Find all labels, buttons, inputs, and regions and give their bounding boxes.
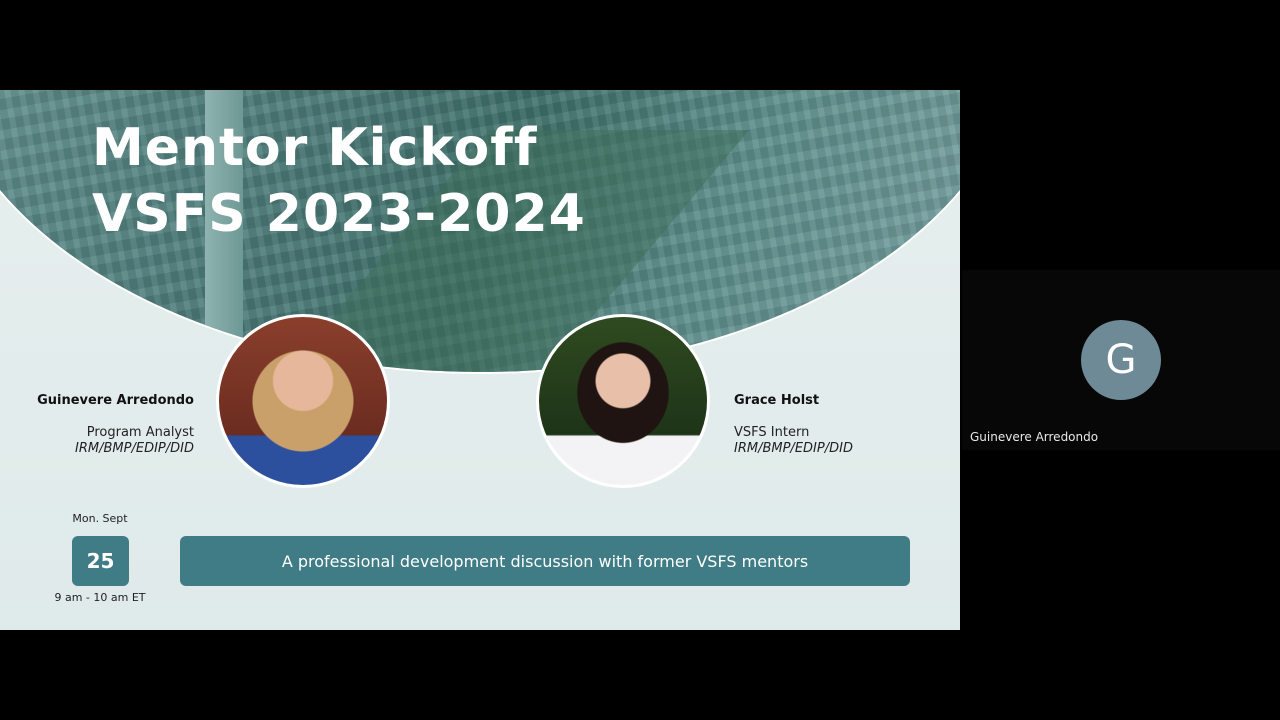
speaker-1-title: Program Analyst — [86, 425, 194, 440]
event-time: 9 am - 10 am ET — [54, 591, 146, 604]
speaker-2-office: IRM/BMP/EDIP/DID — [734, 441, 853, 456]
description-banner: A professional development discussion wi… — [180, 536, 910, 586]
speaker-1-name: Guinevere Arredondo — [37, 393, 194, 408]
date-day-badge: 25 — [72, 536, 129, 586]
participant-name: Guinevere Arredondo — [970, 430, 1099, 444]
participant-tile[interactable]: G Guinevere Arredondo — [962, 270, 1280, 450]
date-label: Mon. Sept — [72, 512, 128, 525]
shared-slide: Mentor Kickoff VSFS 2023-2024 Guinevere … — [0, 90, 960, 630]
speaker-2-name: Grace Holst — [734, 393, 820, 408]
speaker-photo-1 — [216, 314, 390, 488]
speaker-2-role: VSFS Intern IRM/BMP/EDIP/DID — [734, 425, 853, 457]
speaker-2-title: VSFS Intern — [734, 425, 810, 440]
speaker-photo-2 — [536, 314, 710, 488]
speaker-1-role: Program Analyst IRM/BMP/EDIP/DID — [75, 425, 194, 457]
slide-title-line1: Mentor Kickoff — [92, 118, 538, 178]
slide-title-line2: VSFS 2023-2024 — [92, 184, 586, 244]
participant-avatar: G — [1081, 320, 1161, 400]
speaker-1-office: IRM/BMP/EDIP/DID — [75, 441, 194, 456]
